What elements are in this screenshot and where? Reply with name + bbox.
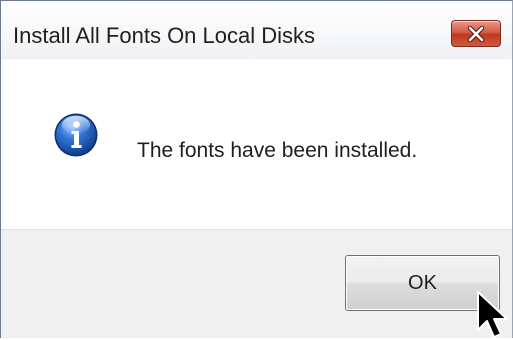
ok-button-label: OK [408,271,437,294]
message-dialog: Install All Fonts On Local Disks The fon… [0,0,513,338]
mouse-pointer-icon [477,291,508,338]
message-text: The fonts have been installed. [137,139,418,162]
button-area: OK [1,229,512,338]
dialog-content: The fonts have been installed. [1,59,512,229]
close-x-icon [467,25,485,42]
close-button[interactable] [451,20,501,47]
window-title: Install All Fonts On Local Disks [13,23,316,48]
title-bar[interactable]: Install All Fonts On Local Disks [1,1,512,59]
info-icon [54,113,98,157]
